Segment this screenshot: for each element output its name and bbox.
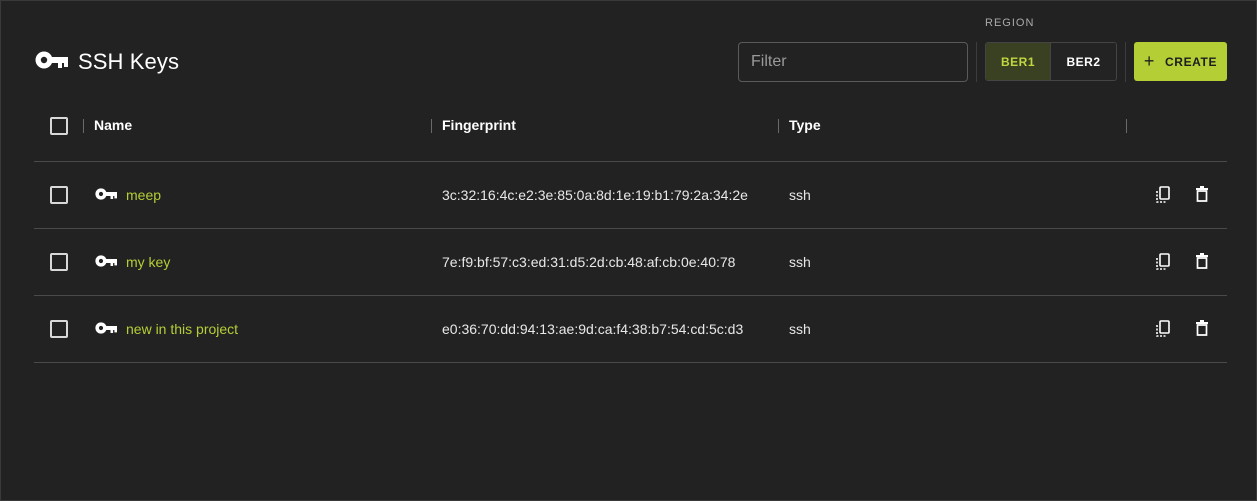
- page-header: SSH Keys: [35, 47, 179, 77]
- row-divider: [34, 295, 1227, 296]
- region-button-ber1[interactable]: BER1: [986, 43, 1051, 80]
- row-divider: [34, 228, 1227, 229]
- fingerprint-cell: 3c:32:16:4c:e2:3e:85:0a:8d:1e:19:b1:79:2…: [442, 187, 748, 203]
- key-name-link[interactable]: new in this project: [126, 321, 238, 337]
- create-button-label: CREATE: [1165, 54, 1218, 69]
- key-name-link[interactable]: meep: [126, 187, 161, 203]
- column-header-type[interactable]: Type: [789, 117, 821, 133]
- column-divider: [1126, 119, 1127, 133]
- plus-icon: +: [1143, 50, 1156, 71]
- key-name-link[interactable]: my key: [126, 254, 170, 270]
- toolbar-divider: [1125, 42, 1126, 82]
- toolbar-divider: [976, 42, 977, 82]
- column-header-name[interactable]: Name: [94, 117, 132, 133]
- copy-icon[interactable]: [1155, 253, 1171, 271]
- row-checkbox[interactable]: [50, 253, 68, 271]
- table-row-name[interactable]: my key: [95, 253, 170, 271]
- region-toggle: BER1 BER2: [985, 42, 1117, 81]
- key-icon: [35, 51, 68, 74]
- type-cell: ssh: [789, 321, 811, 337]
- table-header-divider: [34, 161, 1227, 162]
- column-divider: [431, 119, 432, 133]
- page-title: SSH Keys: [78, 49, 180, 74]
- row-checkbox[interactable]: [50, 320, 68, 338]
- ssh-keys-panel: SSH Keys REGION BER1 BER2 + CREATE Name …: [0, 0, 1257, 501]
- key-icon: [95, 187, 117, 203]
- fingerprint-cell: e0:36:70:dd:94:13:ae:9d:ca:f4:38:b7:54:c…: [442, 321, 744, 337]
- region-button-ber2[interactable]: BER2: [1051, 43, 1116, 80]
- region-label: REGION: [985, 17, 1035, 29]
- column-header-fingerprint[interactable]: Fingerprint: [442, 117, 516, 133]
- key-icon: [95, 321, 117, 337]
- filter-input[interactable]: [738, 42, 968, 82]
- key-icon: [95, 254, 117, 270]
- row-divider: [34, 362, 1227, 363]
- row-checkbox[interactable]: [50, 186, 68, 204]
- copy-icon[interactable]: [1155, 320, 1171, 338]
- trash-icon[interactable]: [1195, 186, 1211, 204]
- table-row-name[interactable]: meep: [95, 186, 161, 204]
- create-button[interactable]: + CREATE: [1134, 42, 1227, 81]
- trash-icon[interactable]: [1195, 253, 1211, 271]
- trash-icon[interactable]: [1195, 320, 1211, 338]
- fingerprint-cell: 7e:f9:bf:57:c3:ed:31:d5:2d:cb:48:af:cb:0…: [442, 254, 736, 270]
- select-all-checkbox[interactable]: [50, 117, 68, 135]
- column-divider: [778, 119, 779, 133]
- type-cell: ssh: [789, 187, 811, 203]
- table-row-name[interactable]: new in this project: [95, 320, 238, 338]
- column-divider: [83, 119, 84, 133]
- type-cell: ssh: [789, 254, 811, 270]
- copy-icon[interactable]: [1155, 186, 1171, 204]
